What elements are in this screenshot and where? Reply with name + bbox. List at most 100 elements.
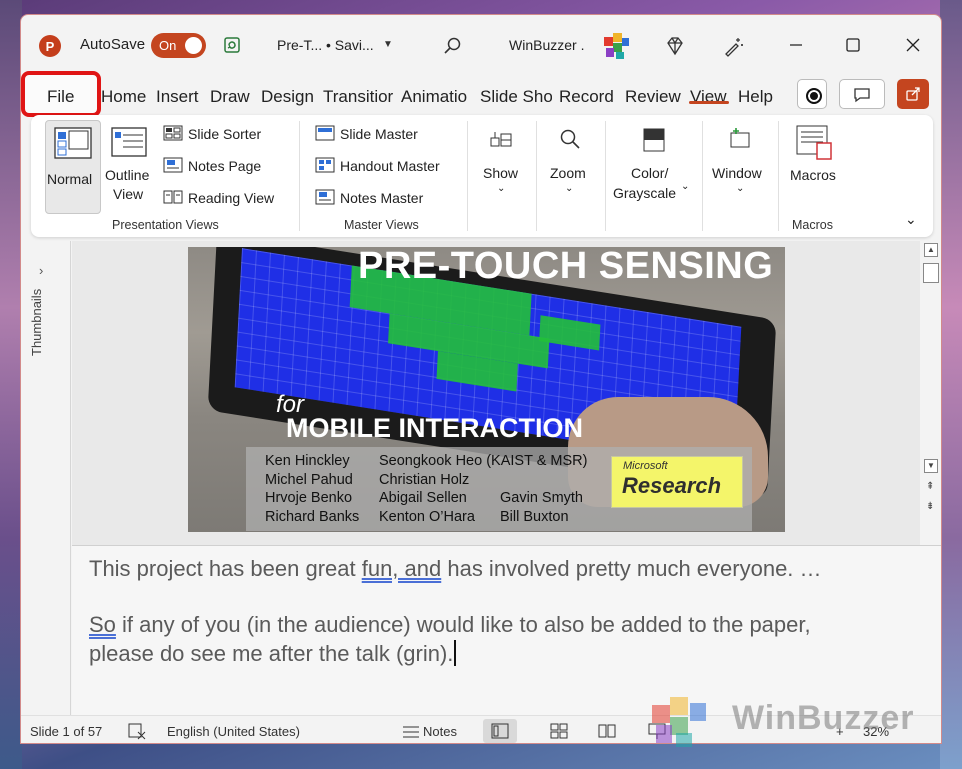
notes-master-icon xyxy=(315,189,335,205)
color-grayscale-label-1[interactable]: Color/ xyxy=(631,165,668,181)
save-sync-icon[interactable] xyxy=(222,35,242,55)
scroll-up-icon[interactable]: ▲ xyxy=(924,243,938,257)
chevron-down-icon[interactable]: ▼ xyxy=(383,39,393,50)
tab-design[interactable]: Design xyxy=(261,87,314,107)
chevron-down-icon[interactable]: ⌄ xyxy=(497,183,505,194)
notes-line-3: please do see me after the talk (grin). xyxy=(89,640,457,667)
notes-text: if any of you (in the audience) would li… xyxy=(115,612,811,637)
reading-view-status-icon[interactable] xyxy=(597,722,617,740)
zoom-icon xyxy=(560,129,580,149)
macros-icon xyxy=(796,125,832,160)
grammar-flag-text[interactable]: fun, and xyxy=(362,556,442,581)
show-icon xyxy=(490,132,512,147)
outline-view-label-1[interactable]: Outline xyxy=(105,167,149,183)
chevron-right-icon[interactable]: › xyxy=(39,263,43,278)
notes-pane[interactable]: This project has been great fun, and has… xyxy=(72,545,941,715)
tab-help[interactable]: Help xyxy=(738,87,773,107)
slide-sorter-status-icon[interactable] xyxy=(549,722,569,740)
share-button[interactable] xyxy=(897,79,929,109)
author-name: Hrvoje Benko xyxy=(265,490,353,506)
scroll-down-icon[interactable]: ▼ xyxy=(924,459,938,473)
color-grayscale-label-2[interactable]: Grayscale xyxy=(613,185,676,201)
notes-page-icon xyxy=(163,157,183,173)
ribbon-collapse-chevron-icon[interactable]: ⌄ xyxy=(905,211,917,228)
notes-icon xyxy=(403,726,419,738)
notes-master-button[interactable]: Notes Master xyxy=(340,190,423,206)
comments-button[interactable] xyxy=(839,79,885,109)
slide-canvas[interactable]: PRE-TOUCH SENSING for MOBILE INTERACTION… xyxy=(188,247,785,532)
color-grayscale-icon xyxy=(643,128,665,152)
designer-wand-icon[interactable] xyxy=(723,35,745,57)
notes-line-1: This project has been great fun, and has… xyxy=(89,556,822,582)
user-name[interactable]: WinBuzzer . xyxy=(509,37,584,53)
normal-view-icon xyxy=(54,127,92,159)
tab-record[interactable]: Record xyxy=(559,87,614,107)
minimize-icon[interactable] xyxy=(784,33,808,57)
notes-toggle-button[interactable]: Notes xyxy=(423,724,457,739)
comment-icon xyxy=(854,88,870,103)
zoom-button[interactable]: Zoom xyxy=(550,165,586,181)
autosave-toggle[interactable]: On xyxy=(151,33,206,58)
notes-page-button[interactable]: Notes Page xyxy=(188,158,261,174)
thumbnails-label[interactable]: Thumbnails xyxy=(29,289,44,356)
text-cursor xyxy=(454,640,457,666)
normal-view-status-button[interactable] xyxy=(483,719,517,743)
desktop-background-right xyxy=(940,0,962,769)
notes-line-2: So if any of you (in the audience) would… xyxy=(89,612,811,638)
normal-view-label: Normal xyxy=(47,171,93,187)
tab-home[interactable]: Home xyxy=(101,87,147,107)
previous-slide-icon[interactable]: ⇞ xyxy=(926,481,934,492)
tab-insert[interactable]: Insert xyxy=(156,87,199,107)
chevron-down-icon[interactable]: ⌄ xyxy=(681,181,689,192)
normal-view-button[interactable]: Normal xyxy=(45,120,101,214)
chevron-down-icon[interactable]: ⌄ xyxy=(736,183,744,194)
handout-master-button[interactable]: Handout Master xyxy=(340,158,440,174)
macros-button[interactable]: Macros xyxy=(790,167,836,183)
search-icon[interactable] xyxy=(443,36,463,56)
window-button[interactable]: Window xyxy=(712,165,762,181)
tab-slide-show[interactable]: Slide Sho xyxy=(480,87,552,107)
ribbon-separator xyxy=(702,121,703,231)
ribbon-separator xyxy=(299,121,300,231)
accessibility-icon[interactable] xyxy=(127,722,147,740)
avatar[interactable] xyxy=(601,31,631,61)
outline-view-icon[interactable] xyxy=(111,127,147,157)
document-title[interactable]: Pre-T... • Savi... xyxy=(277,37,374,53)
ribbon-panel: Normal Outline View Slide Sorter Notes P… xyxy=(31,115,933,237)
watermark-text: WinBuzzer xyxy=(732,699,915,737)
slide-sorter-icon xyxy=(163,125,183,141)
slide-counter[interactable]: Slide 1 of 57 xyxy=(30,724,102,739)
tab-animations[interactable]: Animatio xyxy=(401,87,473,107)
tab-review[interactable]: Review xyxy=(625,87,681,107)
autosave-label: AutoSave xyxy=(80,36,146,53)
macros-group-label: Macros xyxy=(792,218,833,232)
vertical-scrollbar[interactable]: ▲ ▼ ⇞ ⇟ xyxy=(920,241,941,541)
tab-view[interactable]: View xyxy=(690,87,727,107)
reading-view-icon xyxy=(163,190,183,204)
chevron-down-icon[interactable]: ⌄ xyxy=(565,183,573,194)
ribbon-separator xyxy=(778,121,779,231)
author-name: Bill Buxton xyxy=(500,509,569,525)
winbuzzer-watermark: WinBuzzer xyxy=(640,693,940,747)
ribbon-separator xyxy=(536,121,537,231)
maximize-icon[interactable] xyxy=(841,33,865,57)
slide-master-button[interactable]: Slide Master xyxy=(340,126,418,142)
tab-transitions[interactable]: Transitior xyxy=(323,87,395,107)
grammar-flag-text[interactable]: So xyxy=(89,612,116,637)
scrollbar-thumb[interactable] xyxy=(923,263,939,283)
diamond-icon[interactable] xyxy=(664,35,686,57)
close-icon[interactable] xyxy=(901,33,925,57)
reading-view-button[interactable]: Reading View xyxy=(188,190,274,206)
tab-file[interactable]: File xyxy=(47,87,74,107)
tab-draw[interactable]: Draw xyxy=(210,87,250,107)
author-name: Ken Hinckley xyxy=(265,453,350,469)
outline-view-label-2[interactable]: View xyxy=(113,186,143,202)
slide-subtitle: MOBILE INTERACTION xyxy=(286,413,583,443)
slide-sorter-button[interactable]: Slide Sorter xyxy=(188,126,261,142)
next-slide-icon[interactable]: ⇟ xyxy=(926,501,934,512)
desktop-background-left xyxy=(0,0,22,769)
ribbon-separator xyxy=(605,121,606,231)
record-button[interactable] xyxy=(797,79,827,109)
language-indicator[interactable]: English (United States) xyxy=(167,724,300,739)
show-button[interactable]: Show xyxy=(483,165,518,181)
